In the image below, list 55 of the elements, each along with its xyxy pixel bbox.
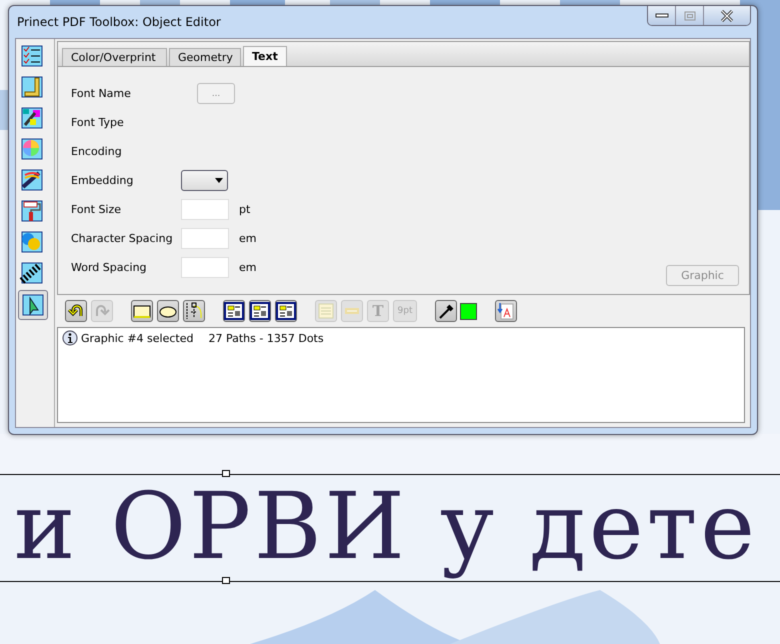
tool-icon [20,292,46,318]
toolbar-button[interactable] [183,300,205,322]
log-detail: 27 Paths - 1357 Dots [208,332,324,344]
input-field[interactable] [181,199,229,220]
tool-icon [316,302,336,320]
field-label: Font Type [71,116,125,129]
maximize-icon [684,10,696,20]
close-button[interactable] [704,6,750,25]
info-icon [62,330,78,346]
tool-icon [19,74,45,100]
toolbar-button[interactable] [275,300,297,322]
field-label: Embedding [71,174,134,187]
log-message: Graphic #4 selected [81,332,194,344]
unit-label: em [239,261,256,274]
unit-label: pt [239,203,250,216]
tool-icon [19,229,45,255]
tool-icon [19,136,45,162]
caret-icon [215,178,223,183]
tool-icon [276,302,296,320]
input-field[interactable] [181,228,229,249]
close-icon [720,10,734,22]
selection-handle[interactable] [222,577,230,584]
field-label: Encoding [71,145,123,158]
unit-label: em [239,232,256,245]
toolbar-button[interactable] [65,300,87,322]
tab[interactable]: Color/Overprint [62,48,167,66]
toolbar-button[interactable] [223,300,245,322]
sidebar-tool[interactable] [18,290,48,320]
field-label: Font Name [71,87,132,100]
tool-icon [19,43,45,69]
tool-icon [224,302,244,320]
toolbar-button[interactable] [131,300,153,322]
field-label: Word Spacing [71,261,148,274]
minimize-button[interactable] [648,6,676,25]
selection-handle[interactable] [222,470,230,477]
tool-icon [19,105,45,131]
tab[interactable]: Geometry [169,48,241,66]
tab[interactable]: Text [243,46,287,66]
tool-icon [184,302,204,320]
tool-icon [250,302,270,320]
browse-button[interactable]: ... [197,83,235,104]
dropdown[interactable] [181,170,228,191]
tool-icon [19,260,45,286]
input-field[interactable] [181,257,229,278]
minimize-icon [654,12,668,18]
tool-icon [19,198,45,224]
tool-icon [496,302,516,320]
toolbar-button[interactable] [249,300,271,322]
toolbar-button[interactable] [435,300,457,322]
field-label: Font Size [71,203,122,216]
toolbar-button[interactable] [157,300,179,322]
window-title: Prinect PDF Toolbox: Object Editor [17,15,221,29]
tool-icon [19,167,45,193]
color-swatch[interactable] [460,302,477,320]
field-label: Character Spacing [71,232,174,245]
